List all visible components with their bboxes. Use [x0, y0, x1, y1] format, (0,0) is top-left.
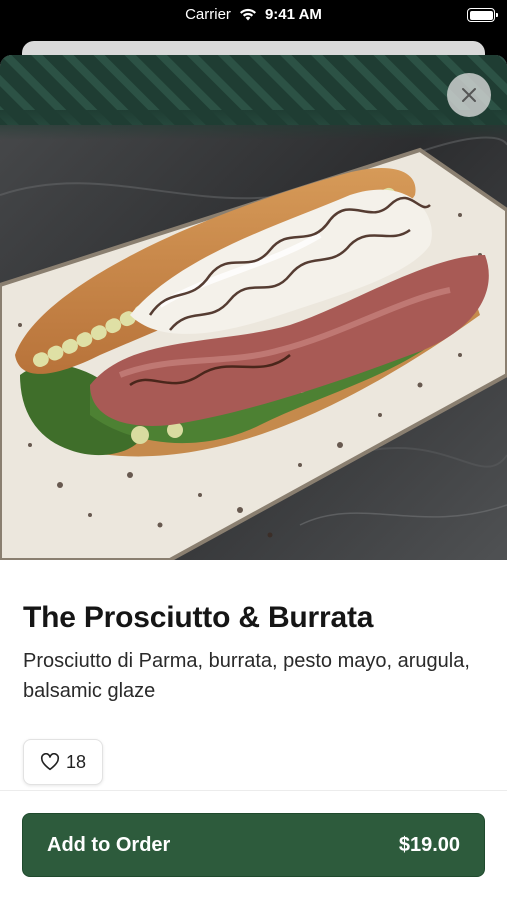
sandwich-photo	[0, 55, 507, 560]
heart-icon	[40, 753, 60, 771]
add-to-order-button[interactable]: Add to Order $19.00	[22, 813, 485, 877]
product-title: The Prosciutto & Burrata	[23, 601, 374, 634]
wifi-icon	[239, 8, 256, 21]
product-description: Prosciutto di Parma, burrata, pesto mayo…	[23, 650, 470, 702]
status-bar: Carrier 9:41 AM	[0, 0, 507, 38]
like-button[interactable]: 18	[23, 739, 104, 785]
product-detail-sheet: The Prosciutto & Burrata Prosciutto di P…	[0, 55, 507, 900]
product-image	[0, 55, 507, 560]
order-footer: Add to Order $19.00	[0, 790, 507, 900]
product-info: The Prosciutto & Burrata Prosciutto di P…	[0, 560, 507, 785]
carrier-label: Carrier	[185, 6, 231, 23]
add-to-order-label: Add to Order	[47, 833, 171, 856]
clock: 9:41 AM	[264, 6, 322, 23]
like-count: 18	[66, 751, 87, 772]
close-icon	[462, 88, 476, 102]
price-label: $19.00	[398, 833, 460, 856]
battery-icon	[467, 8, 498, 22]
close-button[interactable]	[447, 73, 491, 117]
